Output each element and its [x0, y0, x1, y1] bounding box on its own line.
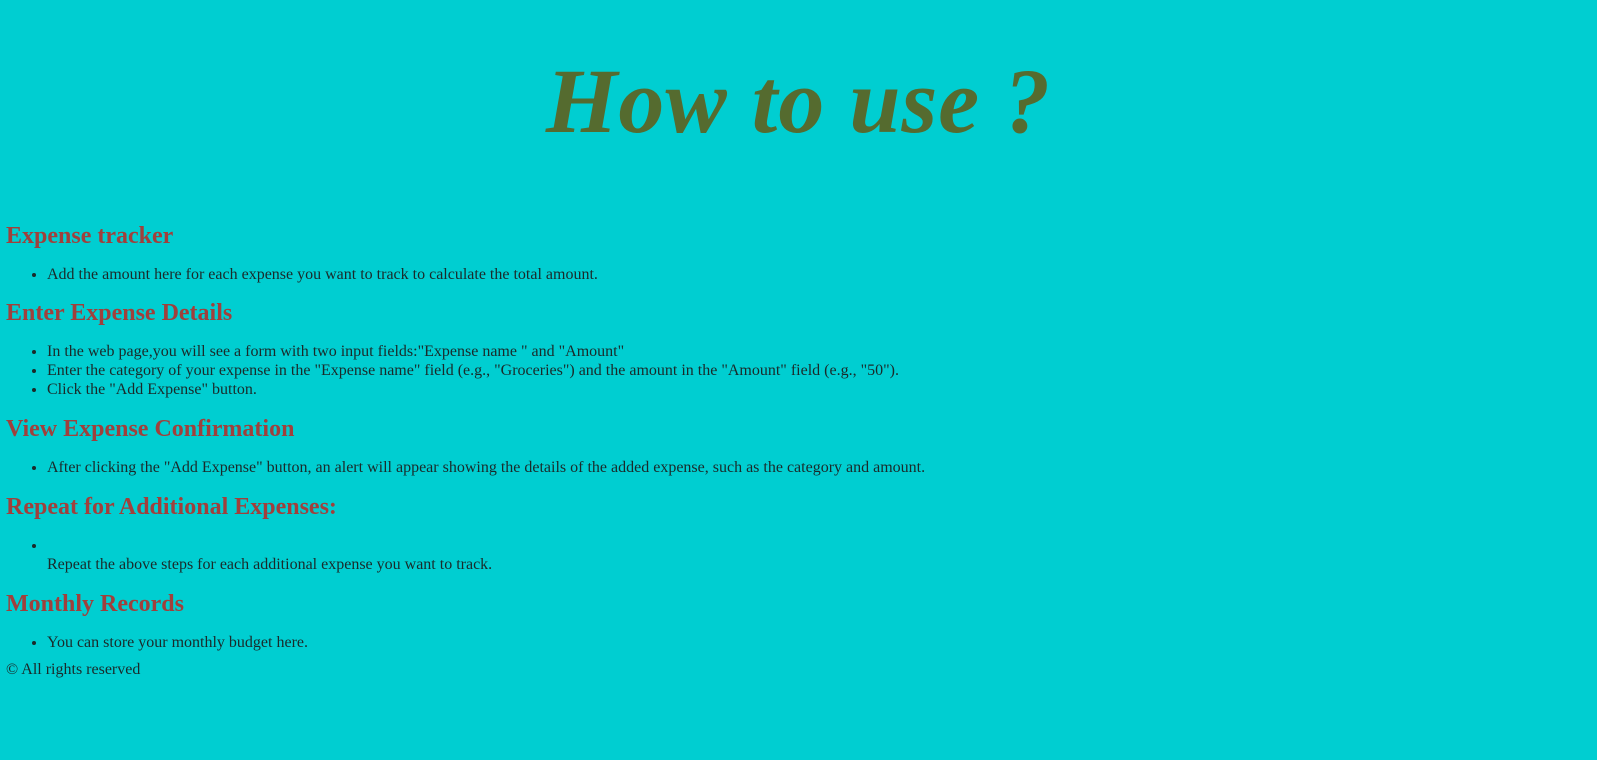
section-list: Add the amount here for each expense you…	[6, 265, 1597, 284]
section-list: You can store your monthly budget here.	[6, 633, 1597, 652]
section-list: In the web page,you will see a form with…	[6, 342, 1597, 399]
list-item: Click the "Add Expense" button.	[47, 380, 1597, 399]
section-enter-expense-details: Enter Expense Details In the web page,yo…	[6, 299, 1597, 399]
list-item: Repeat the above steps for each addition…	[47, 536, 1597, 574]
section-list: After clicking the "Add Expense" button,…	[6, 458, 1597, 477]
page: How to use ? Expense tracker Add the amo…	[0, 0, 1597, 760]
list-item-text: Repeat the above steps for each addition…	[47, 556, 493, 573]
section-list: Repeat the above steps for each addition…	[6, 536, 1597, 574]
list-item: Enter the category of your expense in th…	[47, 361, 1597, 380]
section-heading-view-expense-confirmation: View Expense Confirmation	[6, 416, 295, 442]
section-heading-enter-expense-details: Enter Expense Details	[6, 300, 233, 326]
section-monthly-records: Monthly Records You can store your month…	[6, 590, 1597, 652]
section-heading-expense-tracker: Expense tracker	[6, 223, 174, 249]
section-heading-repeat-additional-expenses: Repeat for Additional Expenses:	[6, 494, 337, 520]
list-item: After clicking the "Add Expense" button,…	[47, 458, 1597, 477]
section-expense-tracker: Expense tracker Add the amount here for …	[6, 222, 1597, 284]
list-item: You can store your monthly budget here.	[47, 633, 1597, 652]
list-item: In the web page,you will see a form with…	[47, 342, 1597, 361]
section-heading-monthly-records: Monthly Records	[6, 591, 184, 617]
list-item: Add the amount here for each expense you…	[47, 265, 1597, 284]
section-view-expense-confirmation: View Expense Confirmation After clicking…	[6, 415, 1597, 477]
footer-copyright: © All rights reserved	[6, 661, 141, 678]
section-repeat-additional-expenses: Repeat for Additional Expenses: Repeat t…	[6, 493, 1597, 574]
main-content: Expense tracker Add the amount here for …	[6, 222, 1597, 679]
page-title: How to use ?	[545, 50, 1052, 152]
